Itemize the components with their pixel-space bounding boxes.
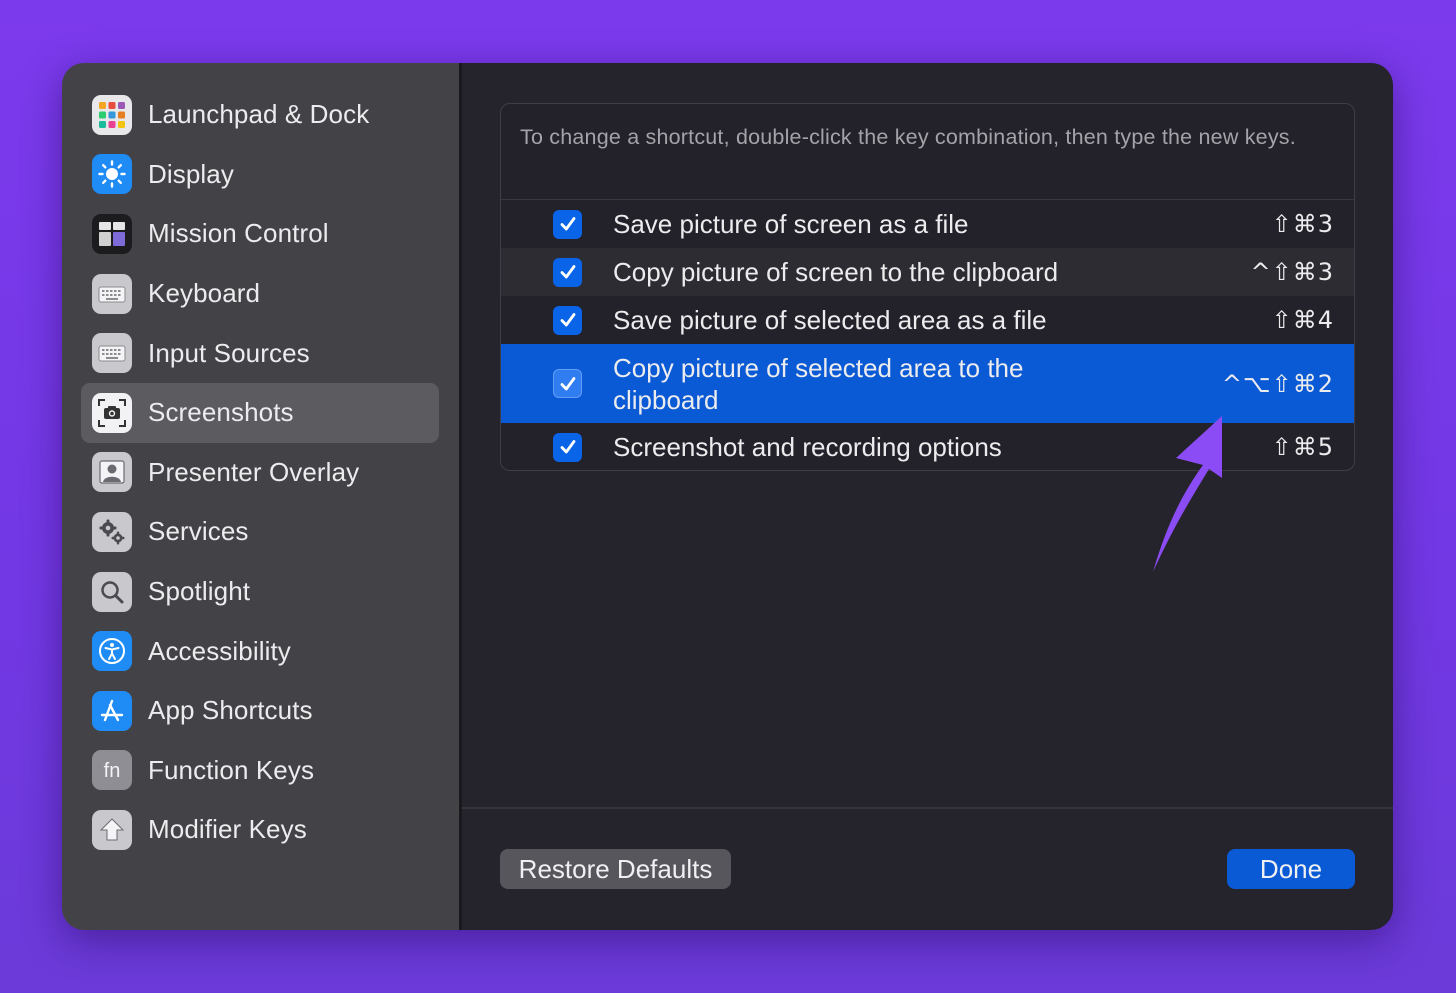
shortcut-keys[interactable]: ⇧⌘4 [1272, 306, 1334, 334]
sidebar-item-label: Presenter Overlay [148, 456, 360, 487]
shortcut-row[interactable]: Screenshot and recording options ⇧⌘5 [501, 423, 1354, 470]
input-sources-icon [92, 333, 132, 374]
shortcut-label: Copy picture of screen to the clipboard [613, 257, 1059, 287]
app-shortcuts-icon [92, 690, 132, 731]
shortcut-keys[interactable]: ⇧⌘3 [1272, 210, 1334, 238]
display-brightness-icon [92, 154, 132, 195]
sidebar-item-label: Input Sources [148, 337, 310, 368]
function-keys-icon: fn [92, 750, 132, 791]
sidebar-item-presenter-overlay[interactable]: Presenter Overlay [81, 443, 439, 503]
checkmark-icon [560, 440, 575, 454]
shortcut-checkbox[interactable] [553, 305, 582, 335]
launchpad-icon [92, 94, 132, 135]
svg-text:fn: fn [104, 760, 121, 782]
shortcut-checkbox[interactable] [553, 257, 582, 287]
sidebar-item-modifier-keys[interactable]: Modifier Keys [81, 800, 439, 860]
shortcut-row[interactable]: Save picture of selected area as a file … [501, 296, 1354, 344]
keyboard-icon [92, 273, 132, 314]
done-button[interactable]: Done [1227, 849, 1355, 889]
shortcut-row-selected[interactable]: Copy picture of selected area to the cli… [501, 344, 1354, 423]
sidebar-item-launchpad-dock[interactable]: Launchpad & Dock [81, 85, 439, 145]
checkmark-icon [560, 313, 575, 327]
shortcut-checkbox[interactable] [553, 432, 582, 462]
shortcut-label: Screenshot and recording options [613, 432, 1002, 462]
shortcut-keys[interactable]: ^⌥⇧⌘2 [1222, 370, 1334, 398]
keyboard-shortcuts-window: Launchpad & Dock Display Mission Control… [62, 63, 1393, 930]
footer-divider [462, 807, 1393, 809]
restore-defaults-button[interactable]: Restore Defaults [500, 849, 731, 889]
sidebar-item-services[interactable]: Services [81, 502, 439, 562]
checkmark-icon [560, 376, 575, 390]
shortcuts-panel: To change a shortcut, double-click the k… [500, 103, 1355, 471]
sidebar-item-accessibility[interactable]: Accessibility [81, 621, 439, 681]
shortcut-keys[interactable]: ⇧⌘5 [1272, 433, 1334, 461]
spotlight-search-icon [92, 571, 132, 612]
sidebar-item-label: Modifier Keys [148, 814, 307, 845]
shortcut-checkbox[interactable] [553, 369, 582, 398]
sidebar-item-spotlight[interactable]: Spotlight [81, 562, 439, 622]
sidebar: Launchpad & Dock Display Mission Control… [62, 63, 459, 930]
sidebar-item-label: Spotlight [148, 576, 251, 607]
shortcut-label: Save picture of screen as a file [613, 209, 969, 239]
shortcut-label: Save picture of selected area as a file [613, 305, 1047, 335]
sidebar-item-label: Keyboard [148, 278, 261, 309]
sidebar-item-label: Screenshots [148, 397, 294, 428]
sidebar-item-display[interactable]: Display [81, 145, 439, 205]
sidebar-item-label: Display [148, 158, 234, 189]
accessibility-icon [92, 631, 132, 672]
shortcut-keys[interactable]: ^⇧⌘3 [1251, 258, 1335, 286]
sidebar-item-label: Accessibility [148, 635, 291, 666]
checkmark-icon [560, 217, 575, 231]
mission-control-icon [92, 213, 132, 254]
shortcut-checkbox[interactable] [553, 209, 582, 239]
sidebar-item-screenshots[interactable]: Screenshots [81, 382, 439, 443]
sidebar-item-label: Launchpad & Dock [148, 99, 370, 130]
sidebar-item-label: Function Keys [148, 754, 315, 785]
sidebar-item-mission-control[interactable]: Mission Control [81, 204, 439, 264]
services-gears-icon [92, 511, 132, 552]
presenter-overlay-icon [92, 452, 132, 493]
sidebar-item-label: Services [148, 516, 249, 547]
modifier-keys-icon [92, 809, 132, 850]
screenshot-camera-icon [92, 392, 132, 433]
sidebar-item-label: Mission Control [148, 218, 329, 249]
sidebar-item-label: App Shortcuts [148, 695, 313, 726]
shortcut-row[interactable]: Copy picture of screen to the clipboard … [501, 248, 1354, 296]
shortcut-hint-text: To change a shortcut, double-click the k… [501, 104, 1354, 200]
sidebar-item-input-sources[interactable]: Input Sources [81, 323, 439, 383]
sidebar-item-app-shortcuts[interactable]: App Shortcuts [81, 681, 439, 741]
shortcuts-main-pane: To change a shortcut, double-click the k… [462, 63, 1393, 930]
sidebar-item-function-keys[interactable]: fn Function Keys [81, 741, 439, 801]
shortcut-row[interactable]: Save picture of screen as a file ⇧⌘3 [501, 200, 1354, 248]
shortcut-label: Copy picture of selected area to the cli… [613, 352, 1024, 415]
checkmark-icon [560, 265, 575, 279]
sidebar-item-keyboard[interactable]: Keyboard [81, 264, 439, 324]
